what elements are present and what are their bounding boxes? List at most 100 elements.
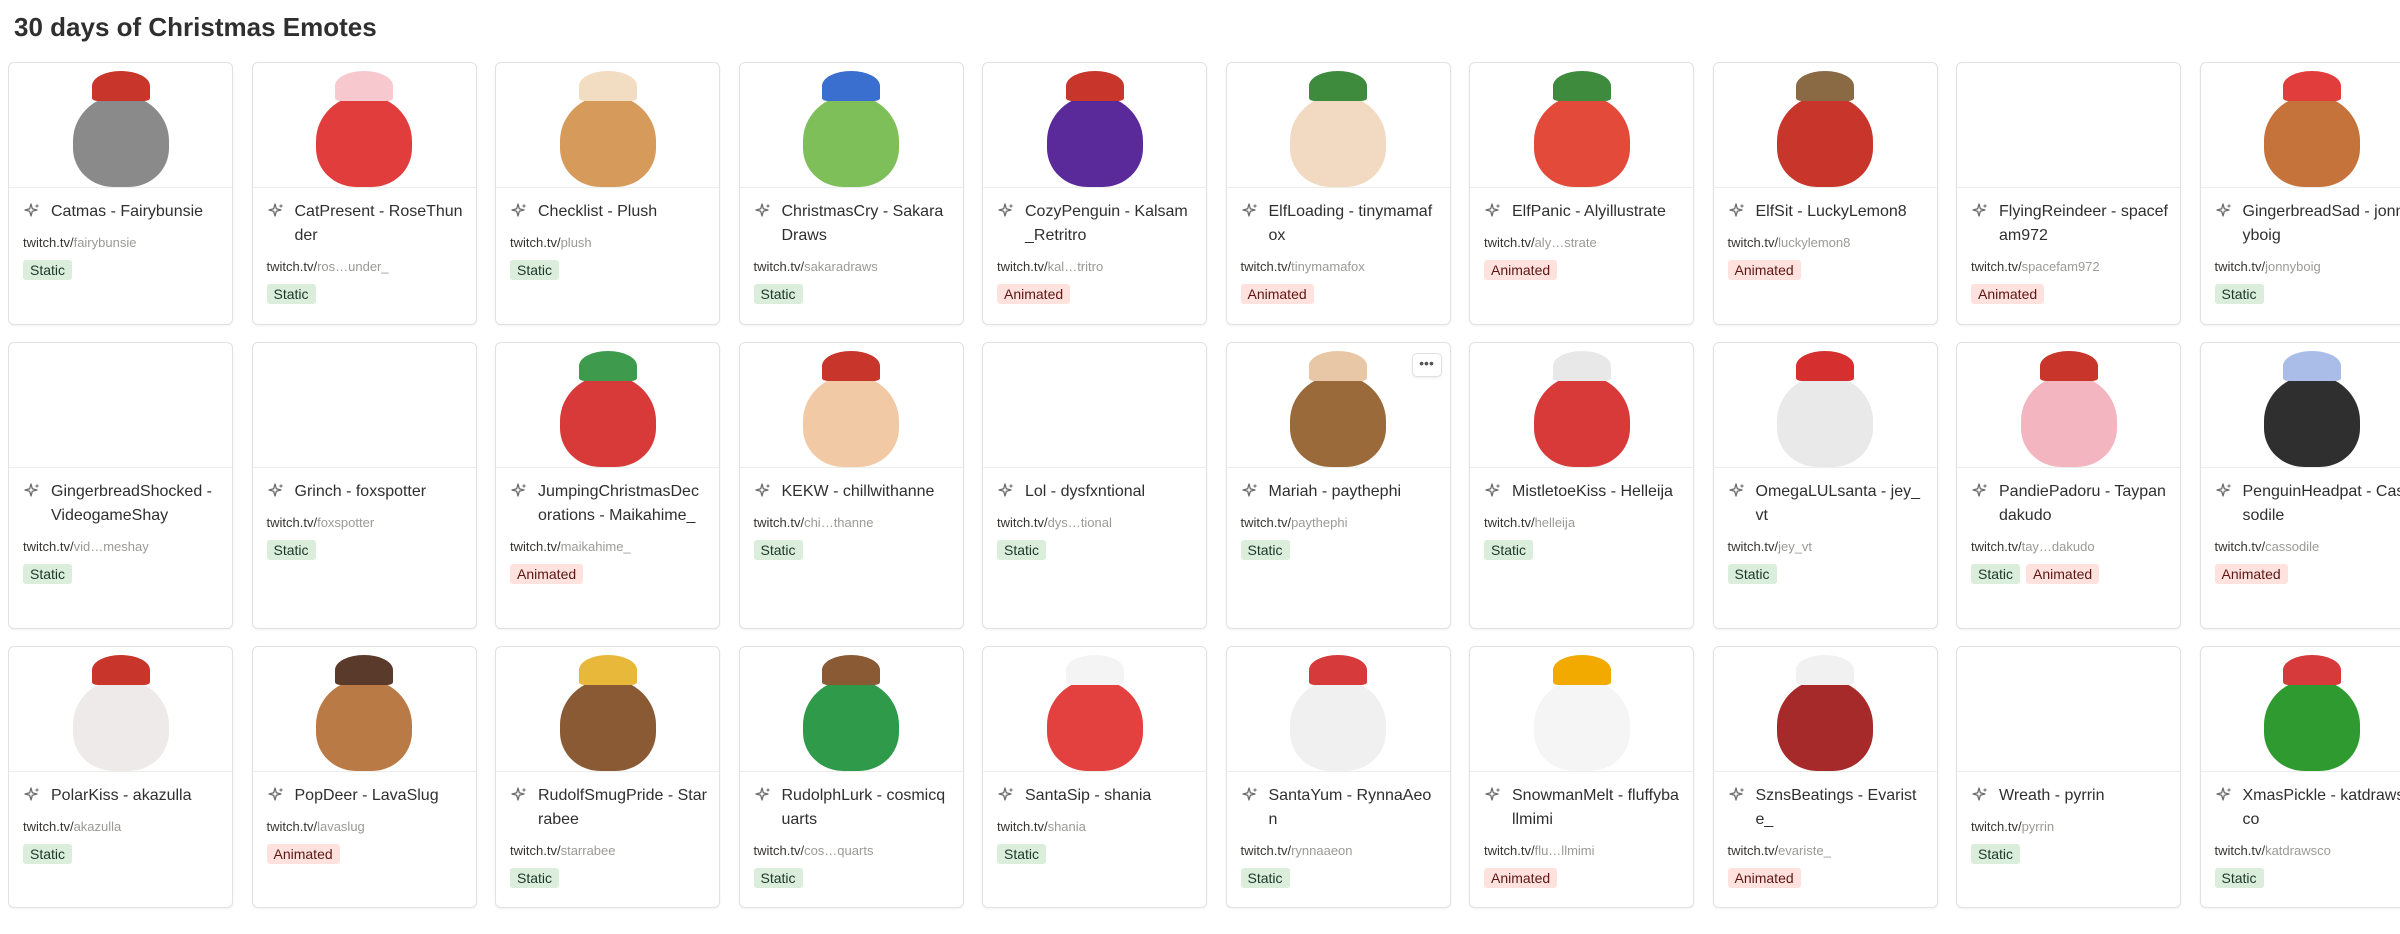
- emote-accent-shape: [2283, 351, 2341, 381]
- gallery-card[interactable]: GingerbreadSad - jonnyboig twitch.tv/jonn…: [2199, 62, 2400, 325]
- creator-link[interactable]: twitch.tv/kal…tritro: [997, 258, 1194, 276]
- creator-link[interactable]: twitch.tv/tinymamafox: [1241, 258, 1438, 276]
- emote-name: OmegaLULsanta - jey_vt: [1755, 483, 1921, 524]
- link-path: sakaradraws: [804, 259, 878, 274]
- creator-link[interactable]: twitch.tv/pyrrin: [1971, 818, 2168, 836]
- gallery-card[interactable]: SznsBeatings - Evariste_ twitch.tv/evaris…: [1712, 646, 1938, 908]
- type-tag: Static: [266, 540, 316, 560]
- card-title-row: Grinch - foxspotter: [267, 480, 464, 504]
- gallery-card[interactable]: ElfSit - LuckyLemon8 twitch.tv/luckylemon…: [1712, 62, 1938, 325]
- emote-body-shape: [316, 679, 412, 771]
- card-title-row: SantaYum - RynnaAeon: [1241, 784, 1438, 832]
- card-body: ChristmasCry - SakaraDraws twitch.tv/saka…: [740, 188, 963, 318]
- card-title-row: ElfLoading - tinymamafox: [1241, 200, 1438, 248]
- gallery-card[interactable]: PandiePadoru - Taypandakudo twitch.tv/tay…: [1956, 342, 2181, 629]
- card-body: RudolphLurk - cosmicquarts twitch.tv/cos……: [740, 772, 963, 902]
- gallery-card[interactable]: Wreath - pyrrin twitch.tv/pyrrin Static: [1956, 646, 2181, 908]
- creator-link[interactable]: twitch.tv/paythephi: [1241, 514, 1438, 532]
- creator-link[interactable]: twitch.tv/lavaslug: [267, 818, 464, 836]
- card-body: ElfLoading - tinymamafox twitch.tv/tinyma…: [1227, 188, 1450, 318]
- creator-link[interactable]: twitch.tv/jey_vt: [1728, 538, 1925, 556]
- link-path: kal…tritro: [1047, 259, 1104, 274]
- creator-link[interactable]: twitch.tv/ros…under_: [267, 258, 464, 276]
- gallery-card[interactable]: PenguinHeadpat - Cassodile twitch.tv/cass…: [2199, 342, 2400, 629]
- creator-link[interactable]: twitch.tv/flu…llmimi: [1484, 842, 1681, 860]
- gallery-card[interactable]: SnowmanMelt - fluffyballmimi twitch.tv/fl…: [1469, 646, 1694, 908]
- creator-link[interactable]: twitch.tv/cassodile: [2215, 538, 2400, 556]
- emote-name: Mariah - paythephi: [1268, 483, 1402, 500]
- creator-link[interactable]: twitch.tv/helleija: [1484, 514, 1681, 532]
- emote-image: [1520, 343, 1644, 467]
- creator-link[interactable]: twitch.tv/sakaradraws: [754, 258, 951, 276]
- type-tag: Static: [23, 564, 73, 584]
- link-path: flu…llmimi: [1534, 843, 1595, 858]
- sparkle-icon: [1241, 787, 1257, 801]
- creator-link[interactable]: twitch.tv/jonnyboig: [2215, 258, 2400, 276]
- emote-body-shape: [1290, 95, 1386, 187]
- gallery-card[interactable]: KEKW - chillwithanne twitch.tv/chi…thanne…: [738, 342, 964, 629]
- type-tags: Animated: [266, 844, 464, 864]
- creator-link[interactable]: twitch.tv/plush: [510, 234, 707, 252]
- sparkle-icon: [511, 787, 527, 801]
- gallery-card[interactable]: JumpingChristmasDecorations - Maikahime_…: [495, 342, 720, 629]
- creator-link[interactable]: twitch.tv/fairybunsie: [23, 234, 220, 252]
- creator-link[interactable]: twitch.tv/cos…quarts: [754, 842, 951, 860]
- gallery-card[interactable]: Checklist - Plush twitch.tv/plush Static: [495, 62, 720, 325]
- gallery-card[interactable]: RudolfSmugPride - Starrabee twitch.tv/sta…: [495, 646, 720, 908]
- more-options-icon[interactable]: •••: [1411, 353, 1442, 377]
- creator-link[interactable]: twitch.tv/chi…thanne: [754, 514, 951, 532]
- creator-link[interactable]: twitch.tv/vid…meshay: [23, 538, 220, 556]
- gallery-card[interactable]: SantaYum - RynnaAeon twitch.tv/rynnaaeon S…: [1225, 646, 1451, 908]
- creator-link[interactable]: twitch.tv/foxspotter: [267, 514, 464, 532]
- creator-link[interactable]: twitch.tv/maikahime_: [510, 538, 707, 556]
- type-tag: Static: [1484, 540, 1534, 560]
- emote-body-shape: [559, 375, 656, 467]
- creator-link[interactable]: twitch.tv/dys…tional: [997, 514, 1194, 532]
- creator-link[interactable]: twitch.tv/aly…strate: [1484, 234, 1681, 252]
- gallery-card[interactable]: CatPresent - RoseThunder twitch.tv/ros…un…: [251, 62, 477, 325]
- emote-body-shape: [1777, 679, 1873, 771]
- gallery-card[interactable]: ChristmasCry - SakaraDraws twitch.tv/saka…: [738, 62, 964, 325]
- creator-link[interactable]: twitch.tv/spacefam972: [1971, 258, 2168, 276]
- gallery-card[interactable]: CozyPenguin - Kalsam_Retritro twitch.tv/k…: [982, 62, 1207, 325]
- gallery-card[interactable]: PolarKiss - akazulla twitch.tv/akazulla St…: [8, 646, 233, 908]
- card-body: SantaSip - shania twitch.tv/shania Static: [983, 772, 1206, 878]
- card-title-row: PolarKiss - akazulla: [23, 784, 220, 808]
- type-tag: Animated: [1971, 284, 2045, 304]
- creator-link[interactable]: twitch.tv/luckylemon8: [1728, 234, 1925, 252]
- type-tag: Animated: [2026, 564, 2100, 584]
- link-path: starrabee: [560, 843, 616, 858]
- gallery-card[interactable]: Grinch - foxspotter twitch.tv/foxspotter S…: [251, 342, 477, 629]
- gallery-card[interactable]: ElfPanic - Alyillustrate twitch.tv/aly…st…: [1469, 62, 1694, 325]
- creator-link[interactable]: twitch.tv/rynnaaeon: [1241, 842, 1438, 860]
- gallery-card[interactable]: PopDeer - LavaSlug twitch.tv/lavaslug Anim…: [251, 646, 477, 908]
- gallery-card[interactable]: OmegaLULsanta - jey_vt twitch.tv/jey_vt St…: [1712, 342, 1938, 629]
- gallery-card[interactable]: RudolphLurk - cosmicquarts twitch.tv/cos……: [738, 646, 964, 908]
- gallery-card[interactable]: FlyingReindeer - spacefam972 twitch.tv/sp…: [1956, 62, 2181, 325]
- creator-link[interactable]: twitch.tv/katdrawsco: [2215, 842, 2400, 860]
- gallery-card[interactable]: SantaSip - shania twitch.tv/shania Static: [982, 646, 1207, 908]
- card-cover: [983, 63, 1206, 188]
- card-body: GingerbreadShocked - VideogameShay twitch…: [9, 468, 232, 598]
- emote-name: ElfPanic - Alyillustrate: [1512, 203, 1666, 220]
- emote-accent-shape: [2283, 655, 2341, 685]
- creator-link[interactable]: twitch.tv/shania: [997, 818, 1194, 836]
- creator-link[interactable]: twitch.tv/akazulla: [23, 818, 220, 836]
- type-tags: Static: [997, 844, 1194, 864]
- gallery-card[interactable]: Lol - dysfxntional twitch.tv/dys…tional St…: [982, 342, 1207, 629]
- creator-link[interactable]: twitch.tv/evariste_: [1728, 842, 1925, 860]
- gallery-card[interactable]: XmasPickle - katdrawsco twitch.tv/katdraw…: [2199, 646, 2400, 908]
- card-title-row: OmegaLULsanta - jey_vt: [1728, 480, 1925, 528]
- gallery-card[interactable]: ••• Mariah - paythephi twitch.tv/paythephi…: [1225, 342, 1451, 629]
- card-title-row: RudolfSmugPride - Starrabee: [510, 784, 707, 832]
- creator-link[interactable]: twitch.tv/starrabee: [510, 842, 707, 860]
- gallery-card[interactable]: MistletoeKiss - Helleija twitch.tv/hellei…: [1469, 342, 1694, 629]
- link-domain: twitch.tv/: [2214, 259, 2266, 274]
- creator-link[interactable]: twitch.tv/tay…dakudo: [1971, 538, 2168, 556]
- card-cover: [1470, 343, 1693, 468]
- emote-body-shape: [72, 679, 169, 771]
- gallery-card[interactable]: GingerbreadShocked - VideogameShay twitch…: [8, 342, 233, 629]
- card-cover: [252, 647, 476, 772]
- gallery-card[interactable]: ElfLoading - tinymamafox twitch.tv/tinyma…: [1225, 62, 1451, 325]
- gallery-card[interactable]: Catmas - Fairybunsie twitch.tv/fairybunsi…: [8, 62, 233, 325]
